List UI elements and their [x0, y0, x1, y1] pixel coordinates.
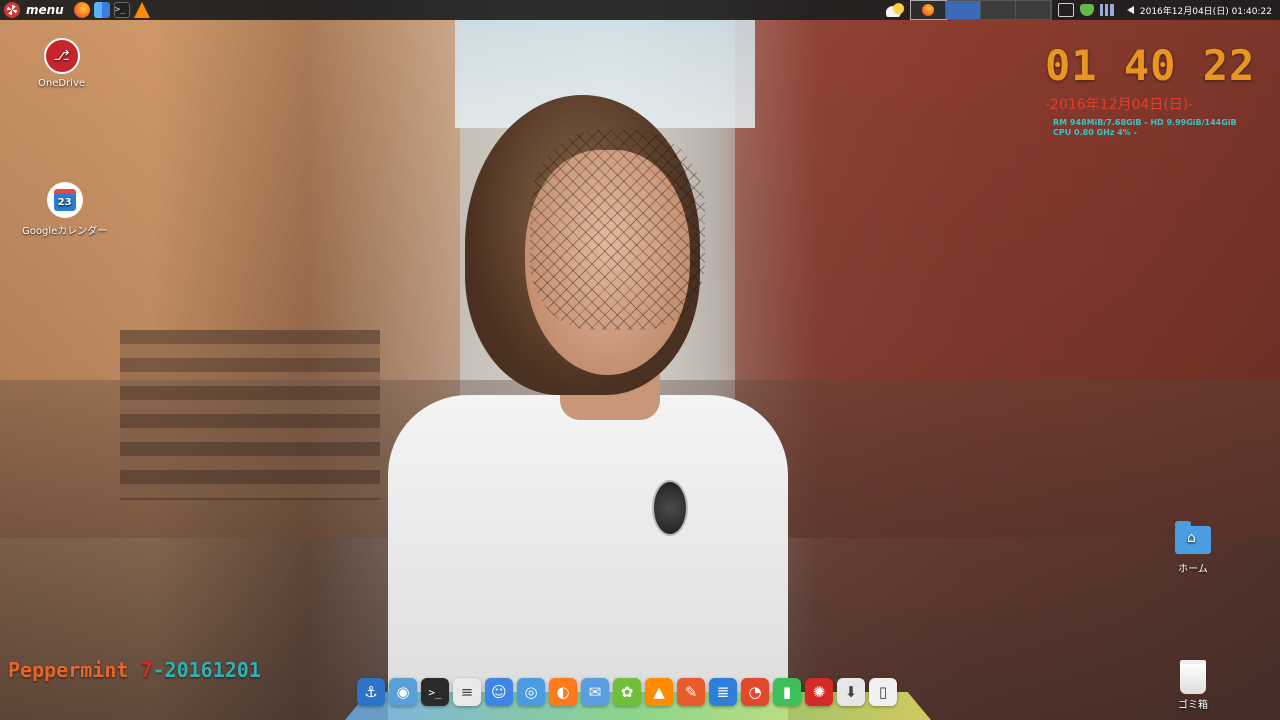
conky-stats: RM 948MiB/7.68GiB - HD 9.99GiB/144GiB CP… — [1045, 118, 1275, 138]
conky-time: 01 40 22 — [1045, 41, 1256, 90]
dock-items: ⚓ ◉ >_ ≡ ☺ ◎ ◐ ✉ ✿ ▲ ✎ ≣ ◔ ▮ ✺ ⬇ ▯ — [357, 678, 897, 706]
desktop-icon-label: OneDrive — [38, 78, 86, 89]
settings-icon[interactable]: ✿ — [613, 678, 641, 706]
gimp-icon[interactable]: ✎ — [677, 678, 705, 706]
desktop-icon-google-calendar[interactable]: 23 Googleカレンダー — [22, 182, 107, 237]
firefox-icon[interactable] — [73, 2, 90, 18]
network-icon[interactable] — [1099, 4, 1114, 16]
notes-icon[interactable]: ≡ — [453, 678, 481, 706]
taskbar — [909, 0, 1052, 20]
update-shield-icon[interactable] — [1079, 4, 1094, 16]
brand-version: -20161201 — [152, 658, 261, 682]
wallpaper-figure-blouse — [388, 395, 788, 720]
calendar-day: 23 — [53, 189, 76, 211]
download-icon[interactable]: ⬇ — [837, 678, 865, 706]
desktop-icon-trash[interactable]: ゴミ箱 — [1178, 660, 1208, 711]
volume-icon[interactable] — [1119, 4, 1134, 16]
wallpaper-figure-veil — [530, 130, 705, 330]
conky-mem: RM 948MiB/7.68GiB - HD 9.99GiB/144GiB — [1053, 118, 1237, 127]
desktop-icon-label: ゴミ箱 — [1178, 700, 1208, 711]
anchor-icon[interactable]: ⚓ — [357, 678, 385, 706]
conky-date: -2016年12月04日(日)- — [1045, 97, 1194, 113]
keyboard-icon[interactable] — [1057, 3, 1074, 17]
camera-icon[interactable]: ◉ — [389, 678, 417, 706]
top-panel: menu >_ 2016年12月04日(日) 01:40:22 — [0, 0, 1280, 20]
task-firefox[interactable] — [909, 0, 947, 20]
conky-cpu: CPU 0.80 GHz 4% - — [1053, 128, 1137, 137]
panel-clock[interactable]: 2016年12月04日(日) 01:40:22 — [1140, 4, 1272, 17]
distro-branding: Peppermint 7-20161201 — [8, 658, 261, 682]
impress-icon[interactable]: ◔ — [741, 678, 769, 706]
trash-icon[interactable]: ▯ — [869, 678, 897, 706]
menu-button[interactable]: menu — [0, 0, 68, 20]
desktop-icon-home[interactable]: ホーム — [1175, 521, 1211, 575]
conky-widget: 01 40 22 -2016年12月04日(日)- RM 948MiB/7.68… — [1045, 40, 1275, 138]
vlc-icon[interactable] — [133, 2, 150, 18]
vlc-icon[interactable]: ▲ — [645, 678, 673, 706]
brand-name: Peppermint — [8, 658, 141, 682]
finder-icon[interactable] — [93, 2, 110, 18]
wallpaper-brooch — [652, 480, 688, 536]
writer-icon[interactable]: ≣ — [709, 678, 737, 706]
desktop-icon-label: ホーム — [1178, 564, 1208, 575]
wallpaper-stairs — [120, 330, 380, 500]
usb-icon: ⎇ — [43, 38, 80, 74]
home-folder-icon — [1175, 521, 1211, 554]
task-blank-2[interactable] — [980, 1, 1016, 19]
firefox-icon — [921, 4, 934, 16]
peppermint-logo-icon — [4, 2, 20, 18]
brand-number: 7 — [140, 658, 153, 682]
chromium-icon[interactable]: ◎ — [517, 678, 545, 706]
calc-icon[interactable]: ▮ — [773, 678, 801, 706]
firefox-icon[interactable]: ◐ — [549, 678, 577, 706]
trash-icon — [1180, 660, 1206, 694]
finder-icon[interactable]: ☺ — [485, 678, 513, 706]
panel-launchers: >_ — [73, 2, 150, 18]
weather-icon[interactable] — [885, 3, 904, 17]
task-blank-3[interactable] — [1015, 1, 1051, 19]
desktop-icon-label: Googleカレンダー — [22, 226, 108, 237]
mail-icon[interactable]: ✉ — [581, 678, 609, 706]
system-tray: 2016年12月04日(日) 01:40:22 — [885, 0, 1280, 20]
terminal-icon[interactable]: >_ — [421, 678, 449, 706]
menu-label: menu — [26, 3, 64, 17]
dock: ⚓ ◉ >_ ≡ ☺ ◎ ◐ ✉ ✿ ▲ ✎ ≣ ◔ ▮ ✺ ⬇ ▯ — [345, 676, 931, 720]
peppermint-icon[interactable]: ✺ — [805, 678, 833, 706]
calendar-icon: 23 — [46, 182, 83, 218]
desktop-icon-onedrive[interactable]: ⎇ OneDrive — [38, 38, 85, 89]
task-blank[interactable] — [945, 1, 981, 19]
terminal-icon[interactable]: >_ — [113, 2, 130, 18]
